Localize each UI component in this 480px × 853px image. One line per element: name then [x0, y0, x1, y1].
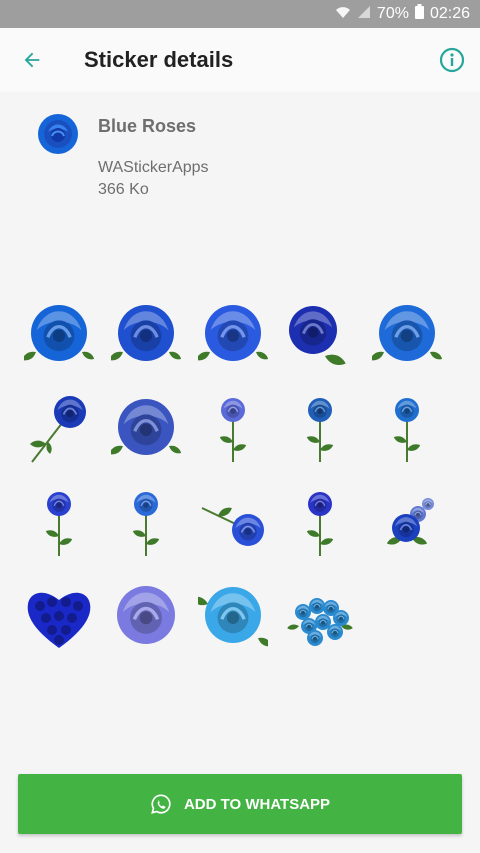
sticker-item[interactable] — [285, 582, 355, 652]
pack-publisher: WAStickerApps — [98, 159, 209, 176]
clock: 02:26 — [429, 5, 470, 22]
sticker-image — [219, 398, 247, 462]
sticker-item[interactable] — [24, 394, 94, 464]
sticker-grid — [24, 300, 456, 652]
sticker-item[interactable] — [111, 394, 181, 464]
battery-percent: 70% — [376, 5, 409, 22]
add-to-whatsapp-button[interactable]: ADD TO WHATSAPP — [18, 774, 462, 834]
sticker-item[interactable] — [285, 394, 355, 464]
app-bar: Sticker details — [0, 28, 480, 92]
back-button[interactable] — [16, 44, 48, 76]
sticker-item[interactable] — [198, 394, 268, 464]
sticker-item[interactable] — [198, 582, 268, 652]
sticker-item[interactable] — [24, 300, 94, 370]
sticker-item[interactable] — [111, 300, 181, 370]
sticker-item[interactable] — [111, 582, 181, 652]
sticker-image — [111, 399, 181, 455]
pack-tray-icon — [38, 114, 78, 154]
sticker-image — [287, 598, 353, 646]
sticker-image — [289, 306, 346, 366]
sticker-image — [201, 507, 264, 546]
sticker-item[interactable] — [198, 300, 268, 370]
wifi-icon — [335, 5, 351, 24]
sticker-image — [198, 305, 268, 361]
sticker-image — [111, 305, 181, 361]
info-button[interactable] — [438, 46, 466, 74]
page-title: Sticker details — [84, 47, 234, 72]
info-icon — [439, 47, 465, 73]
sticker-image — [117, 586, 175, 644]
sticker-item[interactable] — [198, 488, 268, 558]
sticker-image — [306, 492, 334, 556]
sticker-image — [24, 305, 94, 361]
sticker-item[interactable] — [372, 488, 442, 558]
sticker-item[interactable] — [285, 488, 355, 558]
sticker-pack-header: Blue Roses WAStickerApps 366 Ko — [0, 108, 480, 218]
whatsapp-icon — [151, 794, 171, 814]
sticker-image — [372, 305, 442, 361]
sticker-item[interactable] — [372, 394, 442, 464]
sticker-image — [30, 396, 86, 463]
sticker-item[interactable] — [24, 582, 94, 652]
battery-icon — [414, 4, 424, 24]
sticker-item[interactable] — [285, 300, 355, 370]
sticker-image — [27, 592, 91, 648]
signal-icon — [357, 5, 371, 24]
sticker-image — [306, 398, 334, 462]
sticker-item[interactable] — [372, 300, 442, 370]
sticker-image — [45, 492, 73, 556]
sticker-item[interactable] — [24, 488, 94, 558]
pack-size: 366 Ko — [98, 181, 149, 198]
status-bar: 70% 02:26 — [0, 0, 480, 28]
pack-name: Blue Roses — [98, 116, 197, 136]
sticker-image — [132, 492, 160, 556]
sticker-image — [393, 398, 421, 462]
sticker-image — [386, 498, 434, 545]
sticker-item[interactable] — [111, 488, 181, 558]
add-button-label: ADD TO WHATSAPP — [183, 795, 331, 813]
sticker-image — [198, 587, 268, 647]
arrow-left-icon — [24, 52, 40, 68]
